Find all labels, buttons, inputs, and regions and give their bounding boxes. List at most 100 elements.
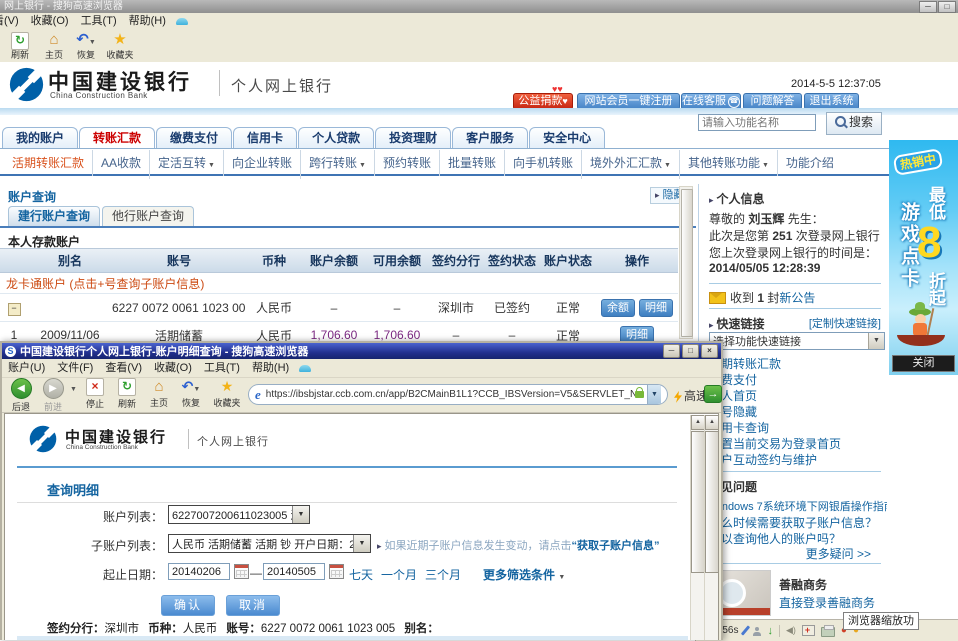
tab-my-accounts[interactable]: 我的账户: [2, 127, 78, 149]
tab-security[interactable]: 安全中心: [529, 127, 605, 149]
col-actions: 操作: [596, 252, 678, 269]
minimize-icon[interactable]: ─: [663, 344, 680, 358]
undo-button[interactable]: ↶▼恢复: [176, 378, 206, 409]
function-search-input[interactable]: [698, 114, 816, 131]
subnav-term-transfer[interactable]: 定活互转▼: [149, 150, 223, 179]
forward-button[interactable]: ▶前进: [38, 378, 68, 413]
tab-customer-service[interactable]: 客户服务: [452, 127, 528, 149]
tab-other-bank-accounts[interactable]: 他行账户查询: [102, 206, 194, 226]
chevron-down-icon[interactable]: ▼: [647, 385, 661, 404]
more-faq-link[interactable]: 更多疑问 >>: [709, 545, 871, 562]
ad-close-button[interactable]: 关闭: [892, 355, 955, 372]
minimize-icon[interactable]: ─: [919, 1, 937, 13]
inner-scrollbar[interactable]: ▲: [690, 415, 704, 640]
tab-credit-card[interactable]: 信用卡: [233, 127, 297, 149]
content-scrollbar[interactable]: [679, 186, 693, 339]
shanrong-login-link[interactable]: 直接登录善融商务: [779, 594, 875, 611]
menu-file[interactable]: 文件(F): [51, 359, 99, 377]
menu-help[interactable]: 帮助(H): [123, 13, 172, 30]
user-icon[interactable]: [753, 632, 761, 636]
subaccount-list-select[interactable]: 人民币 活期储蓄 活期 钞 开户日期：20091106▼: [168, 534, 371, 553]
menu-view[interactable]: 查看(V): [99, 359, 148, 377]
collapse-row-button[interactable]: −: [8, 303, 21, 316]
tab-payments[interactable]: 缴费支付: [156, 127, 232, 149]
quicklinks-select[interactable]: 选择功能快速链接▼: [709, 332, 885, 350]
range-1month-link[interactable]: 一个月: [381, 566, 417, 583]
subnav-aa[interactable]: AA收款: [92, 150, 149, 176]
current-datetime: 2014-5-5 12:37:05: [791, 78, 881, 90]
repair-icon[interactable]: [802, 625, 815, 636]
home-button[interactable]: ⌂主页: [144, 378, 174, 409]
menu-view[interactable]: 查看(V): [0, 13, 25, 30]
calendar-icon[interactable]: [329, 564, 344, 579]
speed-mode-button[interactable]: 高速: [674, 387, 708, 404]
get-subaccount-link[interactable]: “获取子账户信息”: [572, 540, 660, 552]
window-scrollbar[interactable]: ▲: [704, 415, 718, 640]
favorites-button[interactable]: ★收藏夹: [102, 31, 138, 61]
balance-button[interactable]: 余额: [601, 299, 635, 317]
menu-help[interactable]: 帮助(H): [246, 359, 295, 377]
scroll-up-icon[interactable]: ▲: [691, 415, 705, 430]
cancel-button[interactable]: 取消: [226, 595, 280, 616]
more-filters-link[interactable]: 更多筛选条件 ▼: [483, 566, 565, 583]
favorites-button[interactable]: ★收藏夹: [210, 378, 244, 409]
subnav-interbank[interactable]: 跨行转账▼: [300, 150, 374, 179]
go-button[interactable]: →: [704, 385, 722, 403]
maximize-icon[interactable]: □: [682, 344, 699, 358]
undo-button[interactable]: ↶▼恢复: [70, 31, 102, 61]
tab-transfer[interactable]: 转账汇款: [79, 127, 155, 149]
quicklink-sign-maintain[interactable]: 账户互动签约与维护: [709, 451, 817, 468]
popup-toolbar: ◀后退 ▶前进 ▼ ×停止 ↻刷新 ⌂主页 ↶▼恢复 ★收藏夹 ehttps:/…: [2, 378, 721, 413]
account-list-select[interactable]: 6227007200611023005 深圳市▼: [168, 505, 310, 524]
confirm-button[interactable]: 确认: [161, 595, 215, 616]
menu-favorites[interactable]: 收藏(O): [25, 13, 75, 30]
subnav-batch[interactable]: 批量转账: [439, 150, 504, 176]
speaker-icon[interactable]: ◀): [786, 625, 796, 636]
popup-address-bar[interactable]: ehttps://ibsbjstar.ccb.com.cn/app/B2CMai…: [248, 384, 668, 405]
stop-button[interactable]: ×停止: [80, 378, 110, 410]
menu-favorites[interactable]: 收藏(O): [148, 359, 198, 377]
refresh-button[interactable]: ↻刷新: [4, 31, 36, 61]
home-button[interactable]: ⌂主页: [38, 31, 70, 61]
tab-investment[interactable]: 投资理财: [375, 127, 451, 149]
scrollbar-thumb[interactable]: [705, 431, 719, 573]
scroll-up-icon[interactable]: ▲: [705, 415, 719, 430]
close-icon[interactable]: ×: [701, 344, 718, 358]
refresh-button[interactable]: ↻刷新: [112, 378, 142, 410]
menu-tools[interactable]: 工具(T): [198, 359, 246, 377]
restore-icon[interactable]: □: [938, 1, 956, 13]
menu-account[interactable]: 账户(U): [2, 359, 51, 377]
new-announcement-link[interactable]: 新公告: [779, 291, 815, 305]
ad-banner[interactable]: 热销中 游戏点卡 最低 8 折起 关闭: [889, 140, 958, 375]
subnav-intro[interactable]: 功能介绍: [777, 150, 842, 176]
quicklink-set-homepage[interactable]: 设置当前交易为登录首页: [709, 435, 841, 452]
date-from-input[interactable]: [168, 563, 230, 580]
calendar-icon[interactable]: [234, 564, 249, 579]
subnav-to-company[interactable]: 向企业转账: [223, 150, 300, 176]
date-to-input[interactable]: [263, 563, 325, 580]
faq-link[interactable]: 什么时候需要获取子账户信息？: [709, 514, 877, 531]
subnav-current-transfer[interactable]: 活期转账汇款: [4, 150, 92, 176]
customize-quicklinks-link[interactable]: [定制快速链接]: [809, 315, 881, 331]
range-7days-link[interactable]: 七天: [349, 566, 373, 583]
detail-button[interactable]: 明细: [639, 299, 673, 317]
divider: [779, 625, 780, 637]
faq-link[interactable]: Windows 7系统环境下网银盾操作指南: [709, 498, 887, 514]
download-icon[interactable]: ↓: [767, 625, 773, 637]
subnav-to-mobile[interactable]: 向手机转账: [504, 150, 581, 176]
subnav-scheduled[interactable]: 预约转账: [374, 150, 439, 176]
function-search-button[interactable]: 搜索: [826, 112, 882, 135]
printer-icon[interactable]: [821, 627, 835, 637]
popup-titlebar[interactable]: S 中国建设银行个人网上银行-账户明细查询 - 搜狗高速浏览器 ─□×: [2, 343, 721, 359]
tab-ccb-accounts[interactable]: 建行账户查询: [8, 206, 100, 226]
menu-tools[interactable]: 工具(T): [75, 13, 123, 30]
subnav-other[interactable]: 其他转账功能▼: [679, 150, 777, 179]
pencil-icon[interactable]: [741, 625, 750, 635]
scrollbar-thumb[interactable]: [691, 431, 705, 573]
scrollbar-thumb[interactable]: [681, 189, 693, 337]
range-3months-link[interactable]: 三个月: [425, 566, 461, 583]
chevron-down-icon[interactable]: ▼: [70, 386, 77, 393]
back-button[interactable]: ◀后退: [6, 378, 36, 413]
tab-loans[interactable]: 个人贷款: [298, 127, 374, 149]
subnav-overseas[interactable]: 境外外汇汇款▼: [581, 150, 679, 179]
